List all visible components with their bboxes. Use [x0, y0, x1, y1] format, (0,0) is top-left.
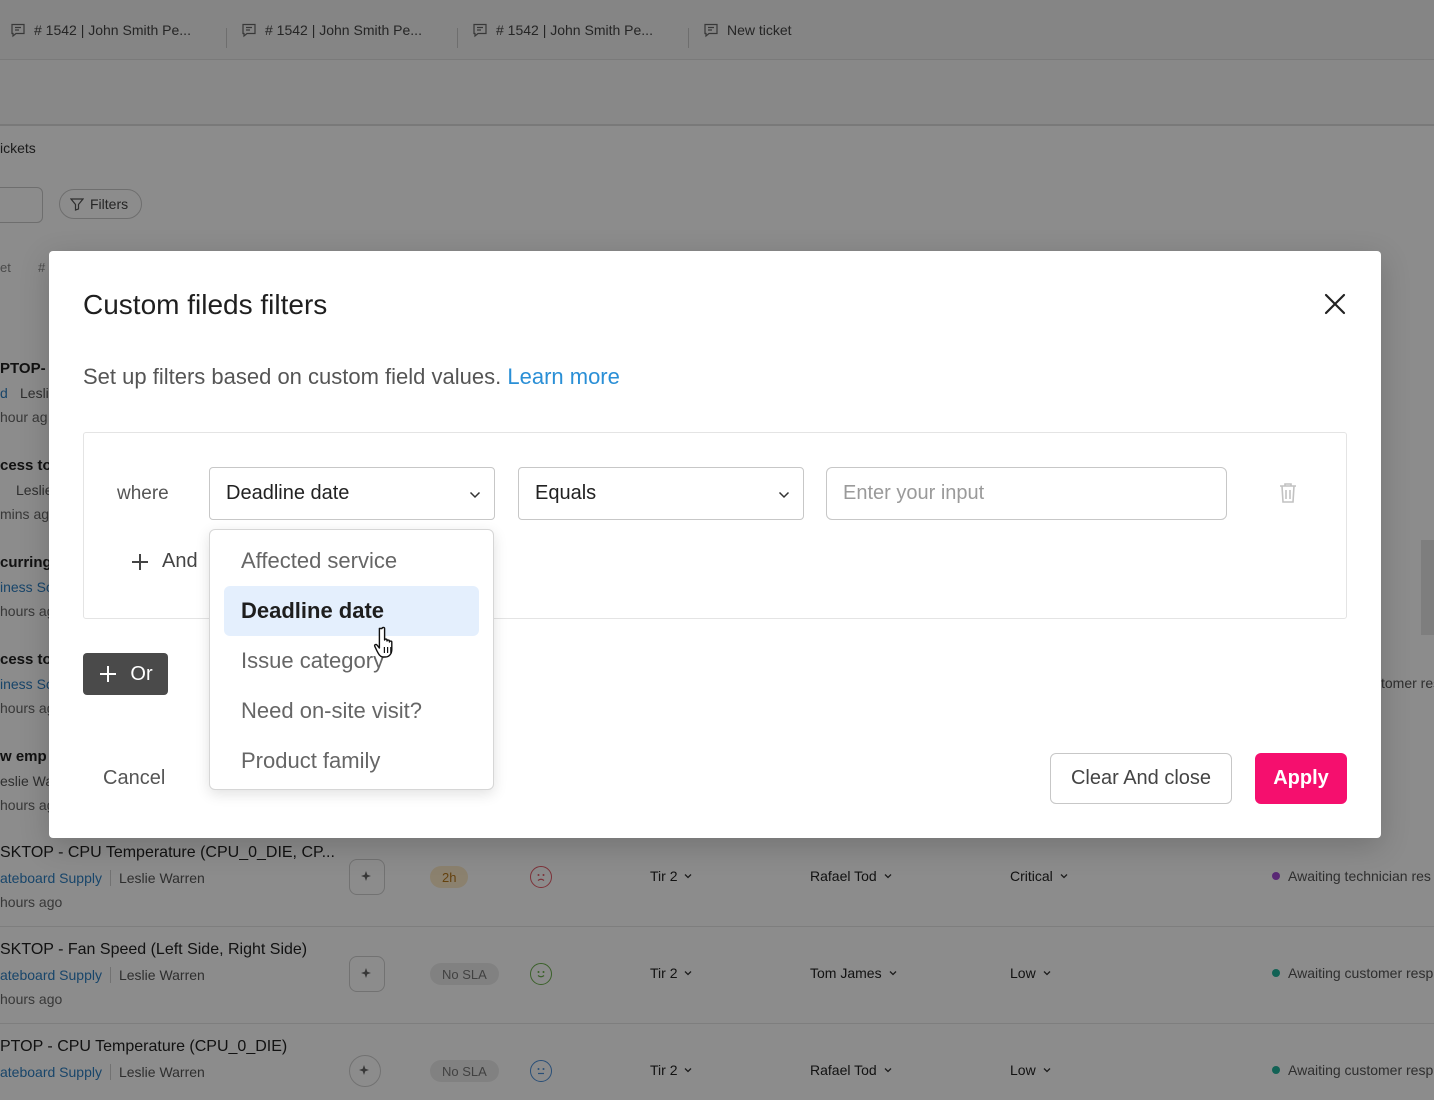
operator-select[interactable]: Equals: [518, 467, 804, 520]
close-icon[interactable]: [1322, 291, 1348, 317]
add-and-condition-button[interactable]: And: [130, 550, 198, 573]
dropdown-option[interactable]: Affected service: [224, 536, 479, 586]
description-text: Set up filters based on custom field val…: [83, 364, 502, 389]
cancel-button[interactable]: Cancel: [103, 767, 165, 790]
dropdown-option[interactable]: Issue category: [224, 636, 479, 686]
clear-and-close-button[interactable]: Clear And close: [1050, 753, 1232, 804]
plus-icon: [100, 666, 117, 682]
apply-button[interactable]: Apply: [1255, 753, 1347, 804]
plus-icon: [132, 553, 148, 570]
dropdown-option-selected[interactable]: Deadline date: [224, 586, 479, 636]
chevron-down-icon: [469, 491, 481, 499]
modal-title: Custom fileds filters: [83, 289, 328, 320]
field-select[interactable]: Deadline date: [209, 467, 495, 520]
where-label: where: [117, 483, 169, 504]
value-input[interactable]: [826, 467, 1227, 520]
field-select-dropdown: Affected service Deadline date Issue cat…: [209, 529, 494, 790]
chevron-down-icon: [778, 491, 790, 499]
learn-more-link[interactable]: Learn more: [507, 364, 620, 389]
field-select-value: Deadline date: [226, 482, 350, 504]
trash-icon[interactable]: [1278, 482, 1298, 504]
dropdown-option[interactable]: Need on-site visit?: [224, 686, 479, 736]
add-or-group-button[interactable]: Or: [83, 653, 168, 695]
modal-description: Set up filters based on custom field val…: [83, 364, 620, 390]
dropdown-option[interactable]: Product family: [224, 736, 479, 786]
and-label: And: [162, 550, 198, 572]
custom-fields-filter-modal: Custom fileds filters Set up filters bas…: [49, 251, 1381, 838]
operator-select-value: Equals: [535, 482, 597, 504]
hand-cursor-icon: [373, 626, 393, 658]
or-label: Or: [130, 662, 153, 685]
